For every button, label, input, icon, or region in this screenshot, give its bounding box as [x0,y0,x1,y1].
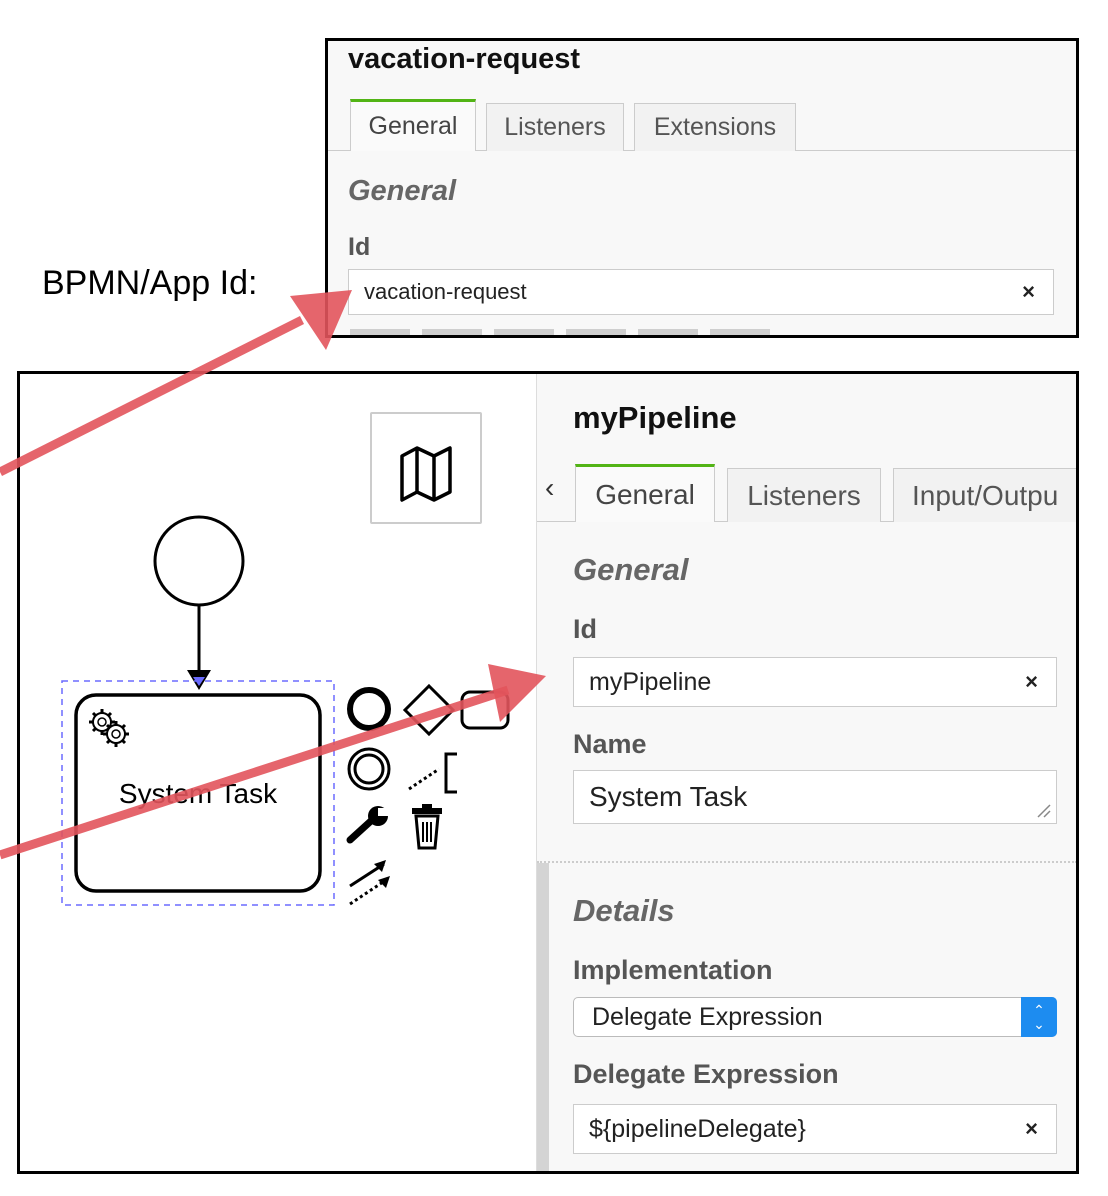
tab-extensions[interactable]: Extensions [634,103,796,151]
trash-icon[interactable] [412,804,442,850]
map-icon [400,446,452,502]
process-title: vacation-request [348,43,581,75]
select-chevrons-icon: ⌃ ⌄ [1021,997,1057,1037]
tab-scroll-left[interactable]: ‹ [545,472,554,504]
id-description-cutoff [350,325,770,335]
task-tab-bar: ‹ General Listeners Input/Outpu [537,462,1076,522]
clear-delegate-button[interactable]: × [1025,1116,1038,1142]
tab-listeners[interactable]: Listeners [727,468,881,522]
system-task-label: System Task [118,778,278,809]
process-properties-panel: vacation-request General Listeners Exten… [325,38,1079,338]
tab-input-output[interactable]: Input/Outpu [893,468,1076,522]
task-name-textarea[interactable]: System Task [573,770,1057,824]
task-icon[interactable] [460,690,510,730]
tab-general[interactable]: General [575,464,715,522]
id-label: Id [573,614,597,644]
implementation-select[interactable]: Delegate Expression ⌃ ⌄ [573,997,1057,1037]
clear-id-button[interactable]: × [1022,279,1035,305]
group-header-general: General [573,552,689,587]
id-label: Id [348,233,371,261]
gateway-icon[interactable] [402,683,456,737]
tab-general[interactable]: General [350,99,476,151]
tab-listeners[interactable]: Listeners [486,103,624,151]
group-header-general: General [348,175,456,207]
end-event-icon[interactable] [347,687,391,731]
task-properties-panel: myPipeline ‹ General Listeners Input/Out… [536,374,1076,1171]
modeler-frame: System Task myPipeline ‹ General Listene… [17,371,1079,1174]
name-label: Name [573,729,647,759]
start-event[interactable] [153,515,245,607]
minimap-toggle-button[interactable] [370,412,482,524]
wrench-icon[interactable] [346,806,390,844]
resize-handle-icon[interactable] [1034,801,1052,819]
task-title: myPipeline [573,400,737,435]
text-annotation-icon[interactable] [408,752,457,794]
delegate-expression-label: Delegate Expression [573,1059,839,1089]
group-header-details: Details [573,893,675,928]
bpmn-app-id-label: BPMN/App Id: [42,264,258,302]
task-id-input[interactable]: myPipeline × [573,657,1057,707]
process-id-input[interactable]: vacation-request × [348,269,1054,315]
clear-id-button[interactable]: × [1025,669,1038,695]
process-tab-bar: General Listeners Extensions [328,99,1076,151]
delegate-expression-input[interactable]: ${pipelineDelegate} × [573,1104,1057,1154]
implementation-label: Implementation [573,955,773,985]
connect-icon[interactable] [349,860,390,906]
